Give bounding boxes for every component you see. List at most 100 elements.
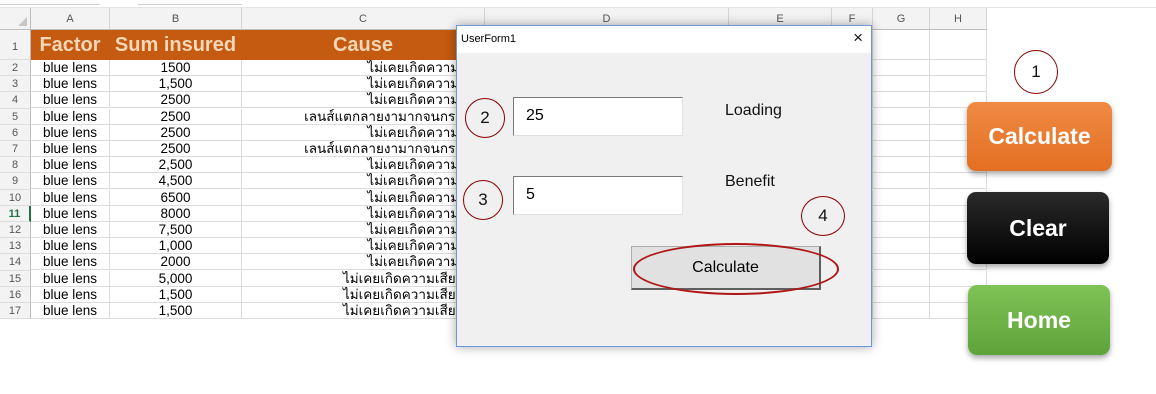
row-header[interactable]: 11	[0, 205, 31, 222]
cell[interactable]	[873, 30, 930, 60]
select-all-triangle-icon[interactable]	[0, 8, 31, 30]
row-header[interactable]: 10	[0, 189, 31, 206]
loading-input[interactable]: 25	[513, 97, 683, 136]
cell-cause[interactable]: ไม่เคยเกิดความเสียหาย	[242, 270, 485, 287]
cell[interactable]	[930, 173, 987, 190]
cell-cause[interactable]: ไม่เคยเกิดความเสีย	[242, 222, 485, 238]
cell-sum-insured[interactable]: 2500	[110, 92, 242, 109]
cell-factor[interactable]: blue lens	[31, 141, 110, 157]
cell[interactable]	[930, 60, 987, 76]
cell-cause[interactable]: ไม่เคยเกิดความเสีย	[242, 60, 485, 76]
cell-factor[interactable]: blue lens	[31, 238, 110, 255]
cell-cause[interactable]: ไม่เคยเกิดความเสีย	[242, 254, 485, 271]
cell-cause[interactable]: ไม่เคยเกิดความเสีย	[242, 124, 485, 141]
column-header[interactable]: G	[873, 8, 930, 30]
cell[interactable]	[873, 124, 930, 141]
cell-factor[interactable]: blue lens	[31, 108, 110, 125]
row-header[interactable]: 16	[0, 286, 31, 303]
column-header[interactable]: A	[31, 8, 110, 30]
cell-sum-insured[interactable]: 8000	[110, 205, 242, 222]
cell-factor[interactable]: blue lens	[31, 92, 110, 109]
cell[interactable]	[873, 303, 930, 319]
cell-sum-insured[interactable]: 5,000	[110, 270, 242, 287]
cell-factor[interactable]: blue lens	[31, 205, 110, 222]
cell[interactable]	[873, 92, 930, 109]
cell-sum-insured[interactable]: 1,500	[110, 303, 242, 319]
cell-cause[interactable]: ไม่เคยเกิดความเสียหาย	[242, 286, 485, 303]
row-header[interactable]: 4	[0, 92, 31, 109]
cell-factor[interactable]: blue lens	[31, 60, 110, 76]
cell-cause[interactable]: ไม่เคยเกิดความเสีย	[242, 173, 485, 190]
row-header[interactable]: 1	[0, 30, 31, 60]
row-header[interactable]: 5	[0, 108, 31, 125]
cell-sum-insured[interactable]: 7,500	[110, 222, 242, 238]
column-header[interactable]: H	[930, 8, 987, 30]
cell[interactable]	[873, 108, 930, 125]
cell-cause[interactable]: ไม่เคยเกิดความเสีย	[242, 157, 485, 174]
cell[interactable]	[873, 189, 930, 206]
row-header[interactable]: 9	[0, 173, 31, 190]
cell[interactable]	[873, 270, 930, 287]
cell-sum-insured[interactable]: 2500	[110, 141, 242, 157]
cell-sum-insured[interactable]: 1,500	[110, 286, 242, 303]
dialog-title-bar[interactable]: UserForm1 ×	[457, 26, 871, 53]
cell[interactable]	[873, 222, 930, 238]
cell-cause[interactable]: ไม่เคยเกิดความเสียหาย	[242, 303, 485, 319]
cell-factor[interactable]: blue lens	[31, 222, 110, 238]
cell-factor[interactable]: blue lens	[31, 124, 110, 141]
cell-sum-insured[interactable]: 6500	[110, 189, 242, 206]
row-header[interactable]: 3	[0, 76, 31, 93]
cell-factor[interactable]: blue lens	[31, 303, 110, 319]
row-header[interactable]: 13	[0, 238, 31, 255]
row-header[interactable]: 14	[0, 254, 31, 271]
cell[interactable]	[873, 157, 930, 174]
cell-sum-insured[interactable]: 4,500	[110, 173, 242, 190]
sheet-calculate-button[interactable]: Calculate	[967, 102, 1112, 171]
row-header[interactable]: 2	[0, 60, 31, 77]
cell-sum-insured[interactable]: 2000	[110, 254, 242, 271]
cell-sum-insured[interactable]: 2,500	[110, 157, 242, 174]
cell-factor[interactable]: blue lens	[31, 189, 110, 206]
cell[interactable]	[873, 238, 930, 255]
cell-factor[interactable]: blue lens	[31, 254, 110, 271]
column-header[interactable]: B	[110, 8, 242, 30]
cell[interactable]	[873, 173, 930, 190]
cell[interactable]	[873, 141, 930, 157]
cell-sum-insured[interactable]: 1500	[110, 60, 242, 76]
cell-cause[interactable]: เลนส์แตกลายงามากจนกระทบ	[242, 108, 485, 125]
cell[interactable]	[930, 30, 987, 60]
cell-sum-insured[interactable]: 2500	[110, 108, 242, 125]
cell-sum-insured[interactable]: 1,500	[110, 76, 242, 93]
cell-sum-insured[interactable]: 2500	[110, 124, 242, 141]
row-header[interactable]: 15	[0, 270, 31, 287]
row-header[interactable]: 12	[0, 222, 31, 239]
row-header[interactable]: 17	[0, 303, 31, 320]
cell-cause[interactable]: เลนส์แตกลายงามากจนกระทบ	[242, 141, 485, 157]
cell-factor[interactable]: blue lens	[31, 157, 110, 174]
cell[interactable]	[873, 76, 930, 93]
table-header-factor[interactable]: Factor	[31, 30, 110, 60]
cell-cause[interactable]: ไม่เคยเกิดความเสีย	[242, 92, 485, 109]
cell[interactable]	[873, 205, 930, 222]
cell-cause[interactable]: ไม่เคยเกิดความเสีย	[242, 205, 485, 222]
cell-cause[interactable]: ไม่เคยเกิดความเสีย	[242, 76, 485, 93]
cell-cause[interactable]: ไม่เคยเกิดความเสีย	[242, 238, 485, 255]
column-header[interactable]: C	[242, 8, 485, 30]
cell-factor[interactable]: blue lens	[31, 270, 110, 287]
cell[interactable]	[930, 76, 987, 93]
sheet-home-button[interactable]: Home	[968, 285, 1110, 355]
row-header[interactable]: 6	[0, 124, 31, 141]
sheet-clear-button[interactable]: Clear	[967, 192, 1109, 264]
benefit-input[interactable]: 5	[513, 176, 683, 215]
cell-factor[interactable]: blue lens	[31, 286, 110, 303]
close-icon[interactable]: ×	[853, 28, 863, 48]
cell[interactable]	[873, 254, 930, 271]
row-header[interactable]: 8	[0, 157, 31, 174]
table-header-cause[interactable]: Cause	[242, 30, 485, 60]
cell[interactable]	[873, 286, 930, 303]
cell-factor[interactable]: blue lens	[31, 173, 110, 190]
cell[interactable]	[873, 60, 930, 76]
cell-factor[interactable]: blue lens	[31, 76, 110, 93]
cell-sum-insured[interactable]: 1,000	[110, 238, 242, 255]
cell-cause[interactable]: ไม่เคยเกิดความเสีย	[242, 189, 485, 206]
